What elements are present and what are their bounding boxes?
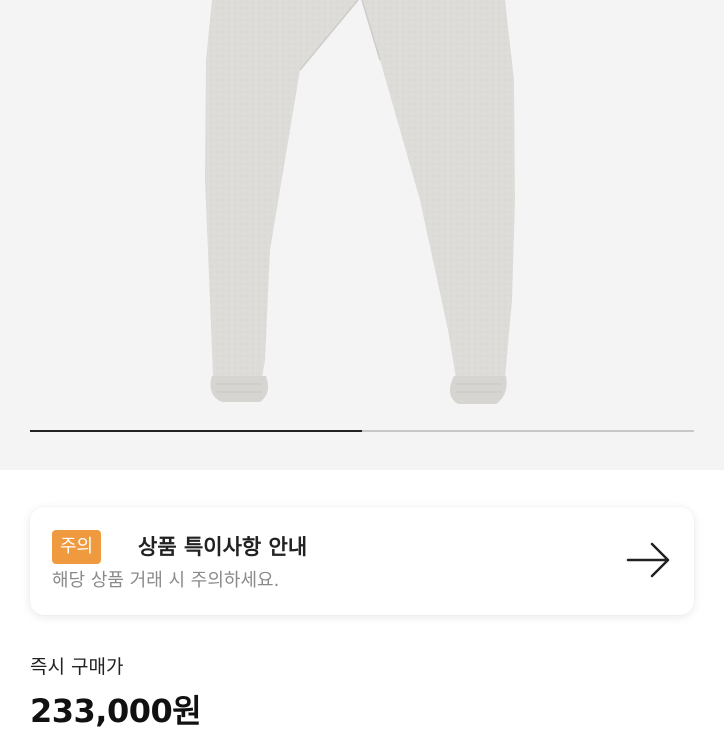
warning-badge: 주의 — [52, 530, 102, 564]
notice-subtitle: 해당 상품 거래 시 주의하세요. — [52, 570, 280, 591]
carousel-progress-fill — [30, 430, 362, 432]
instant-buy-price-value: 233,000원 — [30, 692, 202, 730]
notice-title: 상품 특이사항 안내 — [138, 535, 308, 559]
product-image-carousel[interactable] — [0, 0, 724, 470]
instant-buy-price-label: 즉시 구매가 — [30, 656, 124, 678]
arrow-right-icon[interactable] — [626, 540, 672, 580]
notice-card[interactable]: 주의 상품 특이사항 안내 해당 상품 거래 시 주의하세요. — [30, 507, 694, 615]
sweatpants-image — [205, 0, 515, 404]
carousel-progress-track — [30, 430, 694, 432]
